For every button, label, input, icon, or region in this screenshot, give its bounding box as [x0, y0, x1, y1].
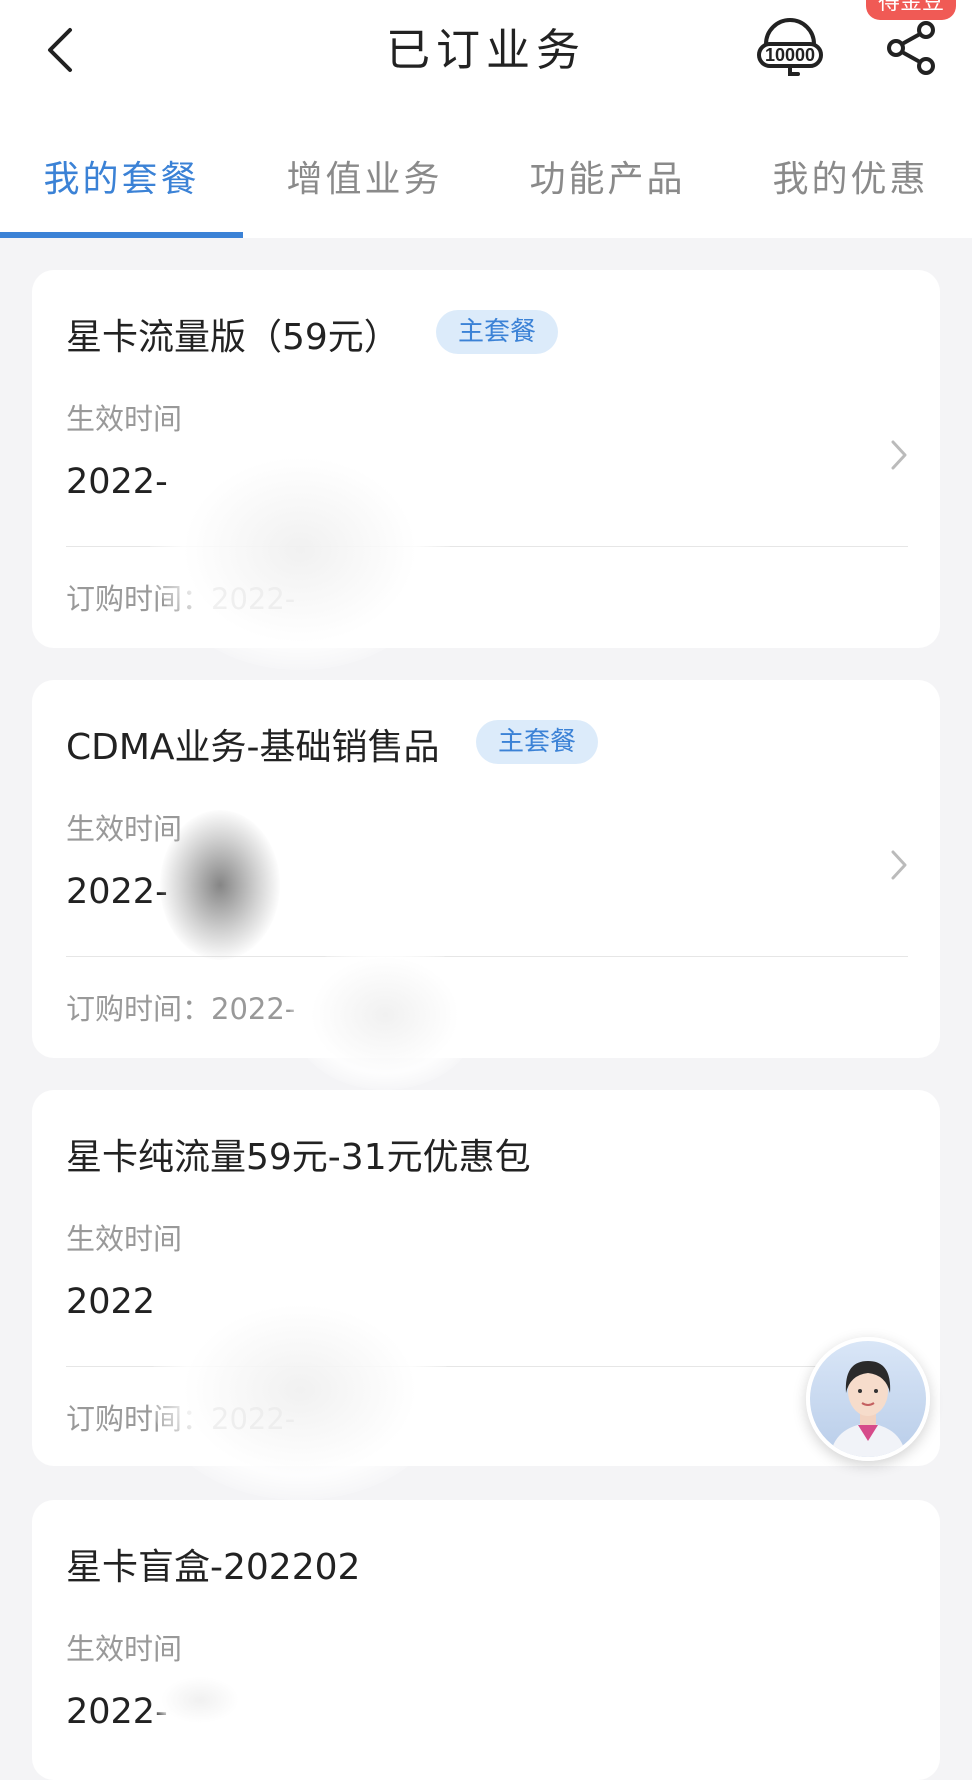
- tab-value-added[interactable]: 增值业务: [243, 150, 486, 202]
- chevron-right-icon: [891, 440, 907, 470]
- divider: [66, 956, 908, 957]
- share-icon: [887, 21, 935, 75]
- main-plan-badge: 主套餐: [476, 720, 599, 764]
- effective-time-label: 生效时间: [66, 402, 183, 436]
- redaction-smudge: [150, 430, 450, 670]
- effective-time-value: 2022-: [66, 872, 168, 912]
- effective-time-label: 生效时间: [66, 812, 183, 846]
- effective-time-label: 生效时间: [66, 1632, 183, 1666]
- effective-time-value: 2022-: [66, 462, 168, 502]
- assistant-portrait-icon: [830, 1361, 906, 1457]
- main-plan-badge: 主套餐: [436, 310, 559, 354]
- effective-time-value: 2022: [66, 1282, 156, 1322]
- order-time: 订购时间：2022-: [66, 992, 296, 1026]
- chevron-right-icon: [891, 850, 907, 880]
- redaction-smudge: [160, 810, 280, 960]
- package-name: CDMA业务-基础销售品: [66, 727, 440, 768]
- share-button[interactable]: [884, 18, 940, 78]
- redaction-smudge: [150, 1280, 450, 1500]
- hotline-button[interactable]: 10000: [756, 14, 824, 82]
- customer-service-avatar[interactable]: [806, 1337, 930, 1461]
- top-bar: 已订业务 10000 得金豆: [0, 0, 972, 110]
- tab-my-discounts[interactable]: 我的优惠: [729, 150, 972, 202]
- package-name: 星卡盲盒-202202: [66, 1547, 361, 1588]
- hotline-10000-icon: 10000: [757, 18, 823, 76]
- redaction-smudge: [290, 940, 480, 1090]
- active-tab-indicator: [0, 232, 243, 238]
- gold-bean-badge[interactable]: 得金豆: [866, 0, 957, 20]
- effective-time-label: 生效时间: [66, 1222, 183, 1256]
- tab-bar: 我的套餐 增值业务 功能产品 我的优惠: [0, 110, 972, 238]
- package-name: 星卡纯流量59元-31元优惠包: [66, 1137, 531, 1178]
- redaction-smudge: [150, 1670, 250, 1730]
- page-title: 已订业务: [386, 25, 586, 76]
- package-card[interactable]: 星卡盲盒-202202 生效时间 2022-: [32, 1500, 940, 1780]
- tab-functional-products[interactable]: 功能产品: [486, 150, 729, 202]
- tab-my-plan[interactable]: 我的套餐: [0, 150, 243, 202]
- package-name: 星卡流量版（59元）: [66, 317, 400, 358]
- hotline-number: 10000: [765, 45, 815, 65]
